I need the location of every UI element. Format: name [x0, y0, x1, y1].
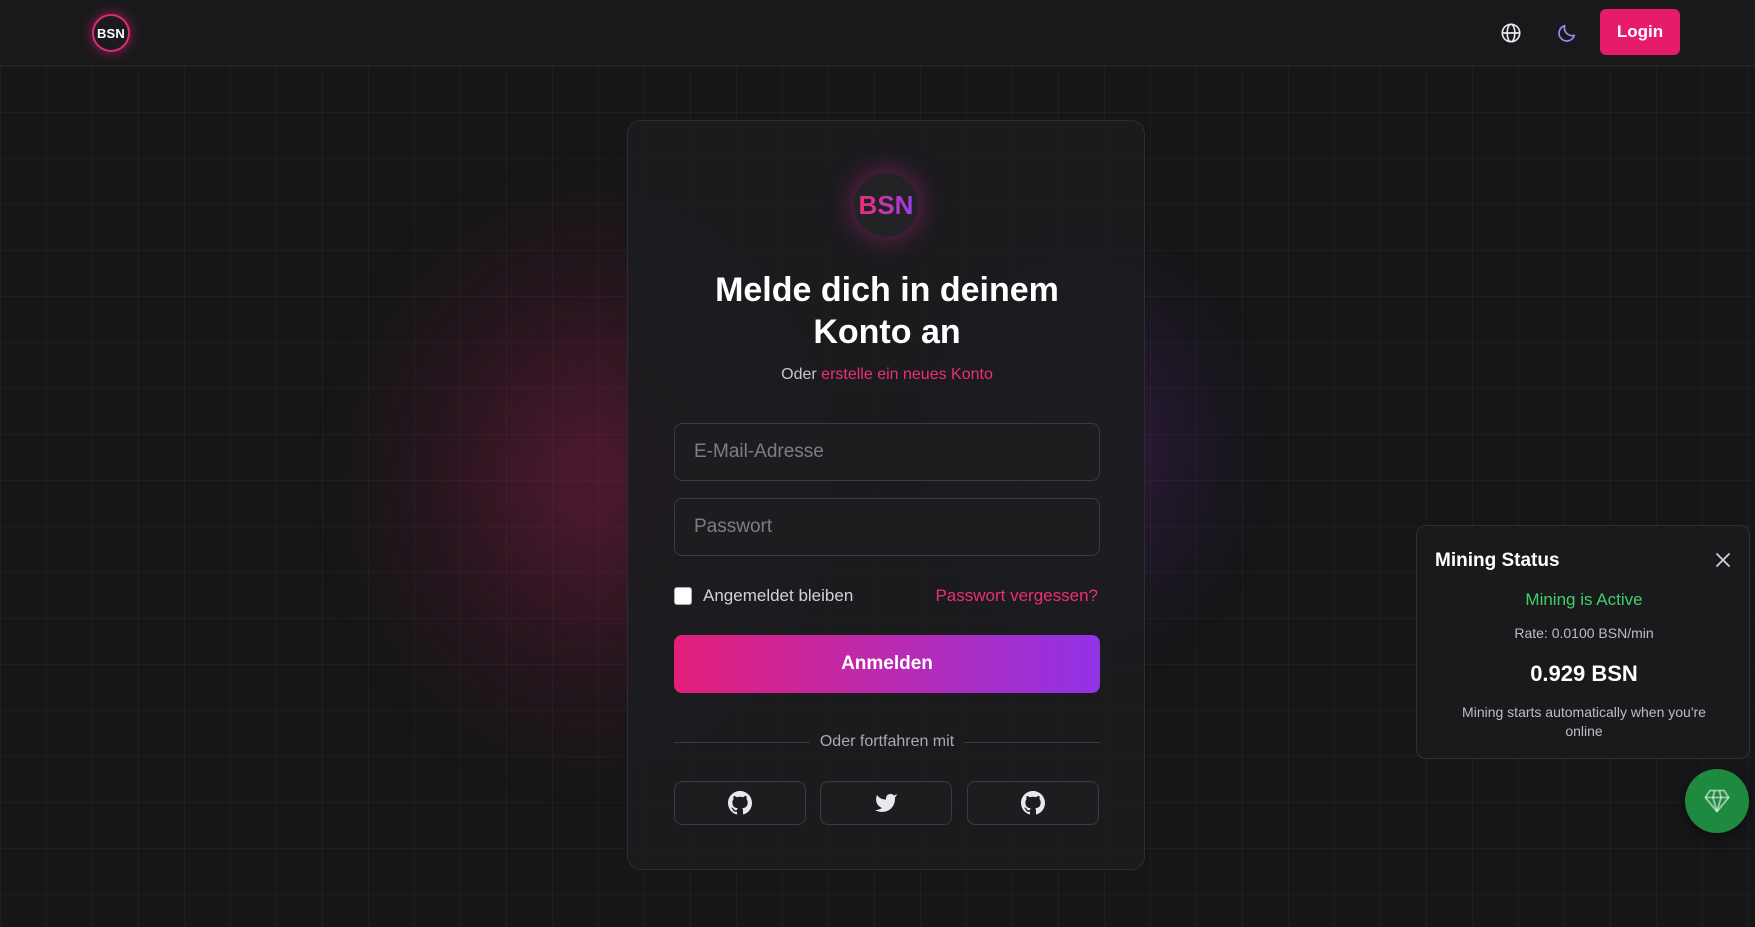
signup-prompt: Oder erstelle ein neues Konto: [628, 366, 1146, 384]
card-logo: BSN: [854, 173, 918, 237]
divider-line: [964, 741, 1100, 743]
brand-logo-text: BSN: [96, 25, 126, 41]
password-field-placeholder: Passwort: [694, 516, 773, 537]
email-field[interactable]: E-Mail-Adresse: [674, 423, 1100, 481]
mining-panel-title: Mining Status: [1435, 550, 1560, 571]
diamond-icon: [1704, 789, 1730, 813]
card-logo-text: BSN: [858, 189, 914, 220]
mining-balance: 0.929 BSN: [1530, 661, 1638, 686]
close-icon: [1716, 553, 1730, 567]
github-login-button[interactable]: [674, 781, 806, 825]
remember-me-checkbox[interactable]: [674, 587, 692, 605]
remember-me: Angemeldet bleiben: [674, 586, 853, 606]
forgot-password-link[interactable]: Passwort vergessen?: [935, 586, 1098, 606]
github-icon: [728, 791, 752, 815]
moon-icon: [1558, 24, 1576, 42]
signup-prompt-prefix: Oder: [781, 366, 817, 383]
page-title-line2: Konto an: [813, 313, 961, 351]
create-account-link[interactable]: erstelle ein neues Konto: [821, 366, 993, 383]
remember-me-label: Angemeldet bleiben: [703, 586, 854, 605]
top-navbar: BSN Login: [0, 0, 1755, 66]
social-divider: Oder fortfahren mit: [674, 732, 1100, 752]
mining-status-panel: Mining Status Mining is Active Rate: 0.0…: [1416, 525, 1750, 759]
twitter-icon: [875, 793, 897, 812]
github-login-button-alt[interactable]: [967, 781, 1099, 825]
submit-button[interactable]: Anmelden: [674, 635, 1100, 693]
mining-panel-close-button[interactable]: [1713, 550, 1733, 570]
mining-note: Mining starts automatically when you're …: [1462, 704, 1706, 739]
mining-status-text: Mining is Active: [1525, 590, 1643, 609]
twitter-login-button[interactable]: [820, 781, 952, 825]
theme-toggle-button[interactable]: [1552, 18, 1582, 48]
page-title-line1: Melde dich in deinem: [715, 271, 1059, 309]
page-title: Melde dich in deinem Konto an: [628, 269, 1146, 353]
globe-icon: [1501, 23, 1521, 43]
email-field-placeholder: E-Mail-Adresse: [694, 441, 824, 462]
login-card: BSN Melde dich in deinem Konto an Oder e…: [627, 120, 1145, 870]
github-icon: [1021, 791, 1045, 815]
language-button[interactable]: [1496, 18, 1526, 48]
mining-fab-button[interactable]: [1685, 769, 1749, 833]
login-button[interactable]: Login: [1600, 9, 1680, 55]
brand-logo[interactable]: BSN: [92, 14, 130, 52]
divider-line: [674, 741, 810, 743]
password-field[interactable]: Passwort: [674, 498, 1100, 556]
divider-label: Oder fortfahren mit: [819, 733, 955, 750]
mining-rate: Rate: 0.0100 BSN/min: [1514, 625, 1654, 641]
